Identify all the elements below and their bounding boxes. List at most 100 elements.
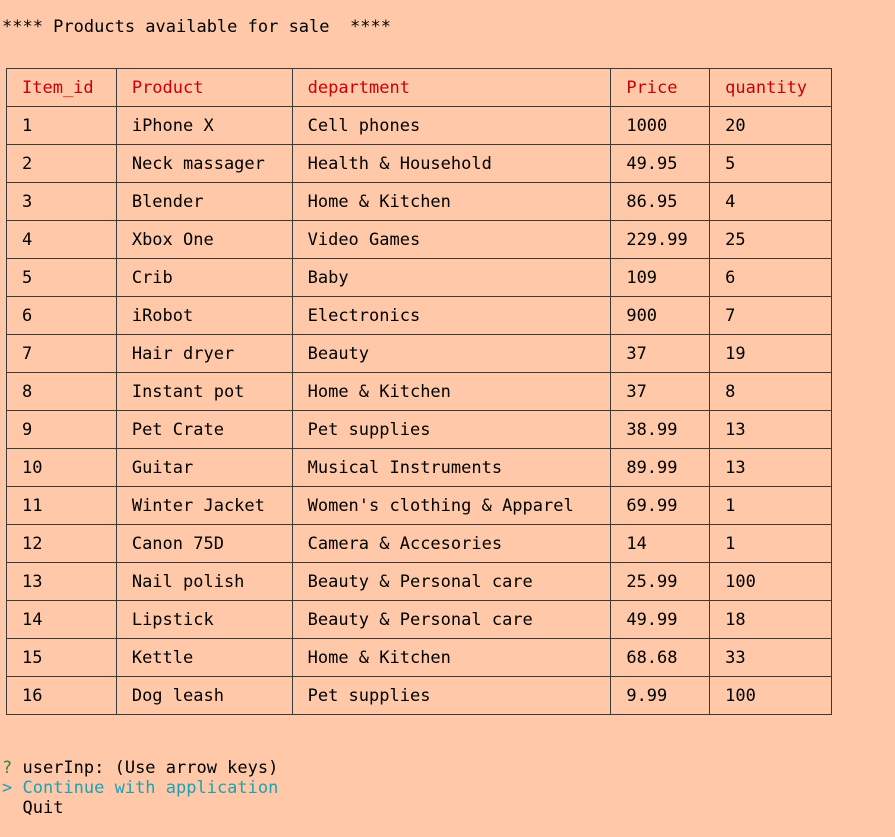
cell-price: 86.95 (610, 182, 711, 221)
table-row: 13 Nail polish Beauty & Personal care 25.99… (6, 562, 832, 601)
cell-item-id: 10 (6, 448, 117, 487)
cell-item-id: 11 (6, 486, 117, 525)
cell-product: Blender (115, 182, 293, 221)
cell-department: Video Games (291, 220, 612, 259)
column-header-price: Price (610, 68, 711, 107)
cell-quantity: 20 (709, 106, 832, 145)
cell-price: 25.99 (610, 562, 711, 601)
cell-department: Beauty & Personal care (291, 600, 612, 639)
cell-price: 37 (610, 372, 711, 411)
table-row: 15 Kettle Home & Kitchen 68.68 33 (6, 638, 832, 677)
cell-price: 49.95 (610, 144, 711, 183)
table-row: 12 Canon 75D Camera & Accesories 14 1 (6, 524, 832, 563)
cell-quantity: 13 (709, 448, 832, 487)
selection-pointer-icon: > (2, 778, 23, 798)
cell-product: Xbox One (115, 220, 293, 259)
cell-department: Baby (291, 258, 612, 297)
cell-price: 9.99 (610, 676, 711, 715)
cell-quantity: 19 (709, 334, 832, 373)
cell-price: 38.99 (610, 410, 711, 449)
table-row: 5 Crib Baby 109 6 (6, 258, 832, 297)
cell-department: Women's clothing & Apparel (291, 486, 612, 525)
cell-product: iRobot (115, 296, 293, 335)
quit-option-label: Quit (22, 798, 64, 818)
cell-product: Pet Crate (115, 410, 293, 449)
cell-price: 69.99 (610, 486, 711, 525)
cell-item-id: 8 (6, 372, 117, 411)
quit-option-indent (2, 798, 22, 818)
cell-department: Home & Kitchen (291, 372, 612, 411)
table-row: 10 Guitar Musical Instruments 89.99 13 (6, 448, 832, 487)
cell-quantity: 6 (709, 258, 832, 297)
cell-quantity: 100 (709, 562, 832, 601)
cell-product: Winter Jacket (115, 486, 293, 525)
cell-quantity: 4 (709, 182, 832, 221)
cell-price: 229.99 (610, 220, 711, 259)
cell-quantity: 25 (709, 220, 832, 259)
cell-item-id: 13 (6, 562, 117, 601)
continue-option[interactable]: > Continue with application (2, 778, 278, 798)
cell-price: 14 (610, 524, 711, 563)
cell-product: Nail polish (115, 562, 293, 601)
cell-product: Neck massager (115, 144, 293, 183)
cell-quantity: 100 (709, 676, 832, 715)
cell-item-id: 5 (6, 258, 117, 297)
cell-item-id: 1 (6, 106, 117, 145)
table-row: 3 Blender Home & Kitchen 86.95 4 (6, 182, 832, 221)
quit-option[interactable]: Quit (2, 798, 63, 818)
cell-price: 37 (610, 334, 711, 373)
cell-product: Dog leash (115, 676, 293, 715)
table-row: 9 Pet Crate Pet supplies 38.99 13 (6, 410, 832, 449)
cell-price: 109 (610, 258, 711, 297)
cell-product: Instant pot (115, 372, 293, 411)
cell-item-id: 14 (6, 600, 117, 639)
cell-quantity: 7 (709, 296, 832, 335)
column-header-department: department (291, 68, 612, 107)
column-header-product: Product (115, 68, 293, 107)
table-row: 16 Dog leash Pet supplies 9.99 100 (6, 676, 832, 715)
cell-department: Cell phones (291, 106, 612, 145)
cell-price: 1000 (610, 106, 711, 145)
cell-item-id: 6 (6, 296, 117, 335)
cell-product: Kettle (115, 638, 293, 677)
products-table: Item_id Product department Price quantit… (6, 68, 832, 715)
cell-department: Beauty & Personal care (291, 562, 612, 601)
column-header-item-id: Item_id (6, 68, 117, 107)
table-row: 11 Winter Jacket Women's clothing & Appare… (6, 486, 832, 525)
table-row: 7 Hair dryer Beauty 37 19 (6, 334, 832, 373)
cell-item-id: 12 (6, 524, 117, 563)
cell-price: 89.99 (610, 448, 711, 487)
cell-quantity: 8 (709, 372, 832, 411)
cell-price: 49.99 (610, 600, 711, 639)
cell-department: Electronics (291, 296, 612, 335)
cell-department: Health & Household (291, 144, 612, 183)
cell-price: 68.68 (610, 638, 711, 677)
cell-product: iPhone X (115, 106, 293, 145)
prompt-question-marker: ? (2, 758, 13, 778)
cell-product: Crib (115, 258, 293, 297)
table-row: 1 iPhone X Cell phones 1000 20 (6, 106, 832, 145)
cell-item-id: 4 (6, 220, 117, 259)
user-input-prompt: ? userInp: (Use arrow keys) (2, 758, 278, 778)
page-title: **** Products available for sale **** (2, 17, 391, 37)
cell-quantity: 5 (709, 144, 832, 183)
cell-item-id: 2 (6, 144, 117, 183)
cell-department: Camera & Accesories (291, 524, 612, 563)
table-row: 2 Neck massager Health & Household 49.95 5 (6, 144, 832, 183)
table-row: 14 Lipstick Beauty & Personal care 49.99 18 (6, 600, 832, 639)
cell-quantity: 1 (709, 486, 832, 525)
table-row: 4 Xbox One Video Games 229.99 25 (6, 220, 832, 259)
cell-item-id: 3 (6, 182, 117, 221)
column-header-quantity: quantity (709, 68, 832, 107)
cell-department: Beauty (291, 334, 612, 373)
cell-department: Musical Instruments (291, 448, 612, 487)
table-row: 6 iRobot Electronics 900 7 (6, 296, 832, 335)
prompt-text: userInp: (Use arrow keys) (12, 758, 279, 778)
cell-department: Home & Kitchen (291, 638, 612, 677)
cell-item-id: 7 (6, 334, 117, 373)
table-row: 8 Instant pot Home & Kitchen 37 8 (6, 372, 832, 411)
cell-quantity: 13 (709, 410, 832, 449)
cell-price: 900 (610, 296, 711, 335)
cell-department: Pet supplies (291, 676, 612, 715)
cell-product: Hair dryer (115, 334, 293, 373)
